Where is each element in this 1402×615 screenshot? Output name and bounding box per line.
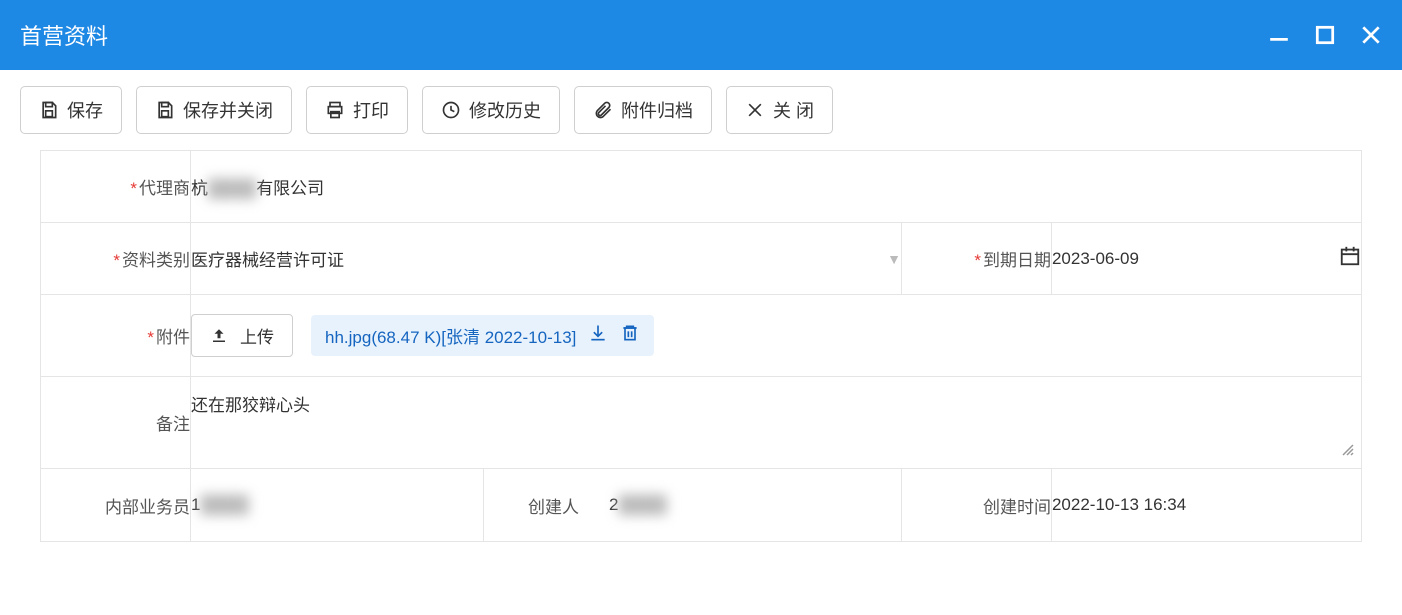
ctime-value: 2022-10-13 16:34 <box>1052 495 1186 514</box>
attach-label-cell: *附件 <box>41 295 191 377</box>
save-close-button[interactable]: 保存并关闭 <box>136 86 292 134</box>
print-label: 打印 <box>353 97 389 123</box>
attachment-row: 上传 hh.jpg(68.47 K)[张清 2022-10-13] <box>191 314 1361 357</box>
save-icon <box>39 100 59 120</box>
history-icon <box>441 100 461 120</box>
required-asterisk: * <box>130 179 137 198</box>
remark-value-cell[interactable]: 还在那狡辩心头 <box>191 377 1362 469</box>
required-asterisk: * <box>974 251 981 270</box>
agent-value-redacted: ████ <box>208 179 256 198</box>
required-asterisk: * <box>147 328 154 347</box>
remark-label-cell: 备注 <box>41 377 191 469</box>
close-icon[interactable] <box>1360 24 1382 46</box>
type-value-cell[interactable]: 医疗器械经营许可证 ▼ <box>191 223 902 295</box>
file-name[interactable]: hh.jpg(68.47 K)[张清 2022-10-13] <box>325 323 576 348</box>
creator-label-cell: 创建人 <box>483 469 593 541</box>
creator-value-wrap[interactable]: 2████ <box>593 495 901 515</box>
ctime-label-cell: 创建时间 <box>901 469 1051 542</box>
type-label: 资料类别 <box>122 251 190 270</box>
download-icon[interactable] <box>588 323 608 348</box>
staff-label: 内部业务员 <box>105 498 190 517</box>
history-button[interactable]: 修改历史 <box>422 86 560 134</box>
close-label: 关 闭 <box>773 97 814 123</box>
upload-icon <box>210 327 228 345</box>
close-button[interactable]: 关 闭 <box>726 86 833 134</box>
archive-button[interactable]: 附件归档 <box>574 86 712 134</box>
agent-label: 代理商 <box>139 179 190 198</box>
type-dropdown[interactable]: 医疗器械经营许可证 ▼ <box>191 246 901 271</box>
save-close-icon <box>155 100 175 120</box>
chevron-down-icon: ▼ <box>887 251 901 267</box>
calendar-icon[interactable] <box>1339 245 1361 272</box>
form-area: *代理商 杭████有限公司 *资料类别 医疗器械经营许可证 ▼ *到期日期 2… <box>0 150 1402 542</box>
close-x-icon <box>745 100 765 120</box>
expiry-label: 到期日期 <box>983 251 1051 270</box>
history-label: 修改历史 <box>469 97 541 123</box>
remark-value: 还在那狡辩心头 <box>191 396 310 415</box>
required-asterisk: * <box>113 251 120 270</box>
agent-value-prefix: 杭 <box>191 179 208 198</box>
creator-value-redacted: ████ <box>618 495 666 514</box>
paperclip-icon <box>593 100 613 120</box>
ctime-value-cell: 2022-10-13 16:34 <box>1051 469 1361 542</box>
staff-label-cell: 内部业务员 <box>41 469 191 542</box>
file-chip: hh.jpg(68.47 K)[张清 2022-10-13] <box>311 315 654 356</box>
upload-label: 上传 <box>240 323 274 348</box>
resize-handle-icon[interactable] <box>1339 441 1355 462</box>
staff-value-wrap[interactable]: 1████ <box>191 495 483 515</box>
agent-value-suffix: 有限公司 <box>256 179 324 198</box>
expiry-value-cell[interactable]: 2023-06-09 <box>1051 223 1361 295</box>
title-bar: 首营资料 <box>0 0 1402 70</box>
save-button[interactable]: 保存 <box>20 86 122 134</box>
archive-label: 附件归档 <box>621 97 693 123</box>
form-table: *代理商 杭████有限公司 *资料类别 医疗器械经营许可证 ▼ *到期日期 2… <box>40 150 1362 542</box>
window-controls <box>1268 24 1382 46</box>
upload-button[interactable]: 上传 <box>191 314 293 357</box>
maximize-icon[interactable] <box>1314 24 1336 46</box>
minimize-icon[interactable] <box>1268 24 1290 46</box>
print-icon <box>325 100 345 120</box>
attach-label: 附件 <box>156 328 190 347</box>
remark-label: 备注 <box>156 415 190 434</box>
staff-value-redacted: ████ <box>200 495 248 514</box>
save-close-label: 保存并关闭 <box>183 97 273 123</box>
agent-value-cell[interactable]: 杭████有限公司 <box>191 151 1362 223</box>
window-title: 首营资料 <box>20 19 108 51</box>
expiry-label-cell: *到期日期 <box>901 223 1051 295</box>
type-value: 医疗器械经营许可证 <box>191 246 344 271</box>
ctime-label: 创建时间 <box>983 498 1051 517</box>
agent-label-cell: *代理商 <box>41 151 191 223</box>
print-button[interactable]: 打印 <box>306 86 408 134</box>
creator-label: 创建人 <box>528 493 579 518</box>
delete-icon[interactable] <box>620 323 640 348</box>
expiry-value: 2023-06-09 <box>1052 249 1139 269</box>
expiry-date-field[interactable]: 2023-06-09 <box>1052 245 1361 272</box>
type-label-cell: *资料类别 <box>41 223 191 295</box>
staff-creator-cell: 1████ 创建人 2████ <box>191 469 902 542</box>
toolbar: 保存 保存并关闭 打印 修改历史 附件归档 关 闭 <box>0 70 1402 150</box>
attach-value-cell: 上传 hh.jpg(68.47 K)[张清 2022-10-13] <box>191 295 1362 377</box>
save-label: 保存 <box>67 97 103 123</box>
